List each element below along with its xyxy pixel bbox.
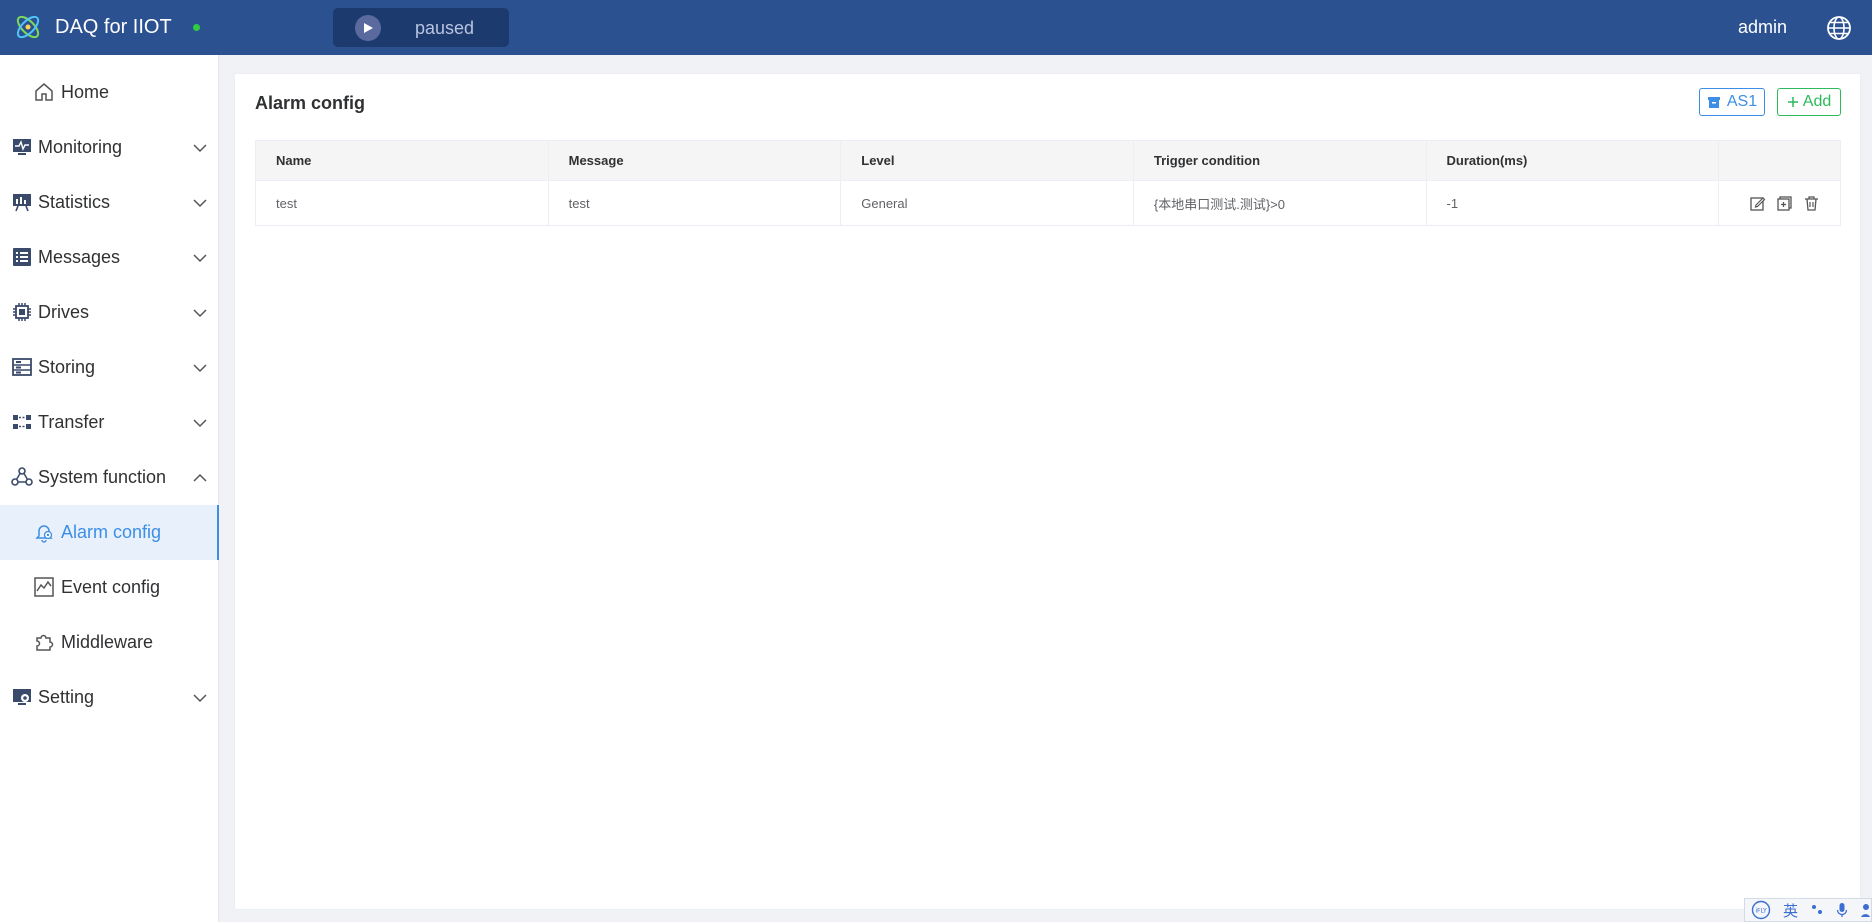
puzzle-icon (36, 634, 54, 651)
ime-toolbar[interactable]: iFLY 英 (1744, 898, 1872, 922)
settings-monitor-icon (13, 689, 31, 705)
play-icon[interactable] (355, 15, 381, 41)
chevron-up-icon (193, 473, 207, 482)
ime-language-toggle[interactable]: 英 (1783, 900, 1798, 921)
chevron-down-icon (193, 364, 207, 373)
sidebar-item-label: Storing (38, 357, 96, 377)
sidebar-item-statistics[interactable]: Statistics (0, 175, 219, 230)
chevron-down-icon (193, 199, 207, 208)
sidebar-item-alarm-config[interactable]: Alarm config (0, 505, 219, 560)
system-function-icon (11, 467, 33, 486)
globe-icon[interactable] (1826, 15, 1852, 41)
sidebar-item-home[interactable]: Home (0, 65, 219, 120)
statistics-icon (13, 194, 31, 212)
column-header-name[interactable]: Name (256, 141, 549, 180)
archive-icon (1707, 97, 1720, 108)
column-header-duration[interactable]: Duration(ms) (1427, 141, 1720, 180)
chevron-down-icon (193, 419, 207, 428)
table-header-row: Name Message Level Trigger condition Dur… (256, 141, 1840, 181)
sidebar-item-label: Drives (38, 302, 90, 322)
ifly-logo-icon: iFLY (1751, 900, 1771, 920)
column-header-message[interactable]: Message (549, 141, 842, 180)
sidebar-item-label: Event config (61, 577, 161, 597)
storage-icon (12, 358, 32, 376)
sidebar-item-label: Alarm config (61, 522, 162, 542)
sidebar-item-label: Statistics (38, 192, 111, 212)
transfer-icon (13, 415, 31, 429)
table-row[interactable]: test test General {本地串口测试.测试}>0 -1 (256, 181, 1840, 225)
cell-trigger: {本地串口测试.测试}>0 (1134, 181, 1427, 225)
user-icon[interactable] (1860, 902, 1871, 918)
cell-actions (1719, 181, 1840, 225)
microphone-icon[interactable] (1836, 902, 1848, 918)
column-header-trigger[interactable]: Trigger condition (1134, 141, 1427, 180)
delete-icon[interactable] (1803, 195, 1820, 212)
sidebar-item-label: Messages (38, 247, 121, 267)
chevron-down-icon (193, 309, 207, 318)
cell-name: test (256, 181, 549, 225)
chart-line-icon (34, 577, 54, 597)
column-header-actions (1719, 141, 1840, 180)
chevron-down-icon (193, 144, 207, 153)
cell-duration: -1 (1427, 181, 1720, 225)
run-status-toggle[interactable]: paused (333, 8, 509, 47)
sidebar-item-monitoring[interactable]: Monitoring (0, 120, 219, 175)
svg-text:iFLY: iFLY (1755, 908, 1767, 915)
user-menu[interactable]: admin (1738, 16, 1787, 38)
run-status-label: paused (415, 18, 475, 38)
chip-icon (13, 303, 31, 321)
copy-icon[interactable] (1776, 195, 1793, 212)
sidebar-item-label: Setting (38, 687, 95, 707)
sidebar-item-label: Monitoring (38, 137, 123, 157)
monitor-icon (13, 139, 31, 155)
add-button[interactable]: Add (1777, 88, 1841, 116)
cell-message: test (549, 181, 842, 225)
chevron-down-icon (193, 694, 207, 703)
main-panel: Alarm config AS1 Add Name Message Level … (234, 73, 1861, 910)
chevron-down-icon (193, 254, 207, 263)
as1-label: AS1 (1726, 93, 1758, 110)
sidebar-item-transfer[interactable]: Transfer (0, 395, 219, 450)
edit-icon[interactable] (1749, 195, 1766, 212)
connection-status-dot (193, 24, 200, 31)
top-header: DAQ for IIOT paused admin (0, 0, 1872, 55)
messages-icon (13, 248, 31, 266)
column-header-level[interactable]: Level (841, 141, 1134, 180)
sidebar-item-event-config[interactable]: Event config (0, 560, 219, 615)
sidebar-item-label: Transfer (38, 412, 105, 432)
sidebar-item-label: Home (61, 82, 110, 102)
sidebar: Home Monitoring Statistics Messages Driv… (0, 55, 219, 922)
sidebar-item-drives[interactable]: Drives (0, 285, 219, 340)
alarm-table: Name Message Level Trigger condition Dur… (255, 140, 1841, 226)
sidebar-item-system-function[interactable]: System function (0, 450, 219, 505)
sidebar-item-middleware[interactable]: Middleware (0, 615, 219, 670)
add-label: Add (1802, 93, 1832, 110)
app-title: DAQ for IIOT (55, 16, 172, 38)
plus-icon (1787, 97, 1798, 107)
home-icon (35, 83, 53, 101)
sidebar-item-storing[interactable]: Storing (0, 340, 219, 395)
app-logo-icon (16, 15, 40, 39)
sidebar-item-label: System function (38, 467, 167, 487)
sidebar-item-setting[interactable]: Setting (0, 670, 219, 725)
cell-level: General (841, 181, 1134, 225)
sidebar-item-label: Middleware (61, 632, 154, 652)
sidebar-item-messages[interactable]: Messages (0, 230, 219, 285)
punctuation-icon[interactable] (1810, 903, 1824, 917)
alarm-bell-icon (35, 525, 53, 543)
page-title: Alarm config (255, 93, 366, 113)
as1-button[interactable]: AS1 (1699, 88, 1765, 116)
